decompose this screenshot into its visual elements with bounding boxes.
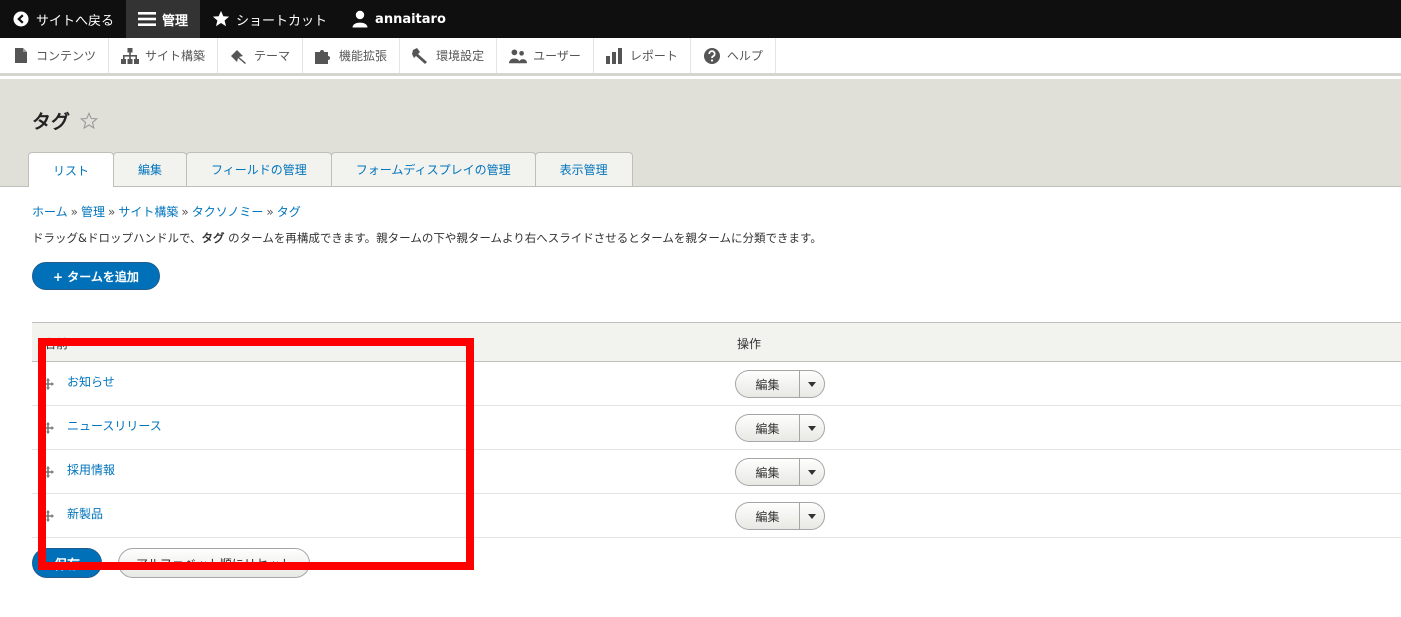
shortcut-star-icon[interactable] [80,111,99,130]
tray-item-label: ユーザー [533,49,581,63]
tray-item-people[interactable]: ユーザー [497,38,594,73]
dropdown-toggle[interactable] [799,370,825,398]
operations-dropbutton: 編集 [735,502,825,530]
tab-list[interactable]: リスト [28,152,115,187]
shortcuts-label: ショートカット [236,13,328,29]
star-icon [212,10,230,28]
page-title-text: タグ [32,111,71,133]
people-icon [509,47,528,65]
manage-label: 管理 [162,13,189,29]
operations-dropbutton: 編集 [735,414,825,442]
tray-item-configuration[interactable]: 環境設定 [400,38,498,73]
tray-item-label: テーマ [254,49,291,63]
breadcrumb-separator: » [70,205,78,219]
page-header: タグ リスト 編集 フィールドの管理 フォームディスプレイの管理 表示管理 [0,79,1401,187]
tab-manage-fields[interactable]: フィールドの管理 [186,152,332,186]
chevron-down-icon [808,425,816,431]
term-name-link[interactable]: お知らせ [67,373,115,390]
drag-handle-icon[interactable] [42,422,54,434]
hamburger-icon [138,10,157,28]
operations-dropbutton: 編集 [735,370,825,398]
tray-item-label: ヘルプ [726,49,763,63]
breadcrumb-separator: » [181,205,189,219]
tray-item-appearance[interactable]: テーマ [218,38,304,73]
breadcrumb-item-tags[interactable]: タグ [277,205,301,219]
term-name-link[interactable]: 新製品 [67,505,103,522]
column-header-operations: 操作 [737,337,762,351]
edit-button[interactable]: 編集 [735,502,799,530]
tray-item-label: レポート [629,49,678,63]
operations-dropbutton: 編集 [735,458,825,486]
wrench-icon [412,47,430,65]
breadcrumb-item-admin[interactable]: 管理 [81,205,105,219]
breadcrumb-item-taxonomy[interactable]: タクソノミー [192,205,264,219]
drag-handle-icon[interactable] [42,510,54,522]
tray-item-reports[interactable]: レポート [594,38,691,73]
help-text-prefix: ドラッグ&ドロップハンドルで、 [32,231,202,245]
dropdown-toggle[interactable] [799,502,825,530]
term-name-link[interactable]: ニュースリリース [67,417,162,434]
chevron-down-icon [808,513,816,519]
chevron-down-icon [808,469,816,475]
dropdown-toggle[interactable] [799,458,825,486]
save-button[interactable]: 保存 [32,548,102,578]
tray-item-label: 機能拡張 [339,49,388,63]
edit-button[interactable]: 編集 [735,414,799,442]
tray-item-help[interactable]: ヘルプ [691,38,776,73]
drag-handle-icon[interactable] [42,378,54,390]
user-menu-tab[interactable]: annaitaro [339,0,458,38]
chevron-left-circle-icon [12,10,30,28]
back-to-site-label: サイトへ戻る [36,13,115,29]
tab-edit[interactable]: 編集 [113,152,188,186]
tray-item-extend[interactable]: 機能拡張 [303,38,401,73]
shortcuts-tab[interactable]: ショートカット [200,0,339,38]
chevron-down-icon [808,381,816,387]
user-name: annaitaro [375,11,446,27]
help-icon [703,47,721,65]
breadcrumb: ホーム» 管理» サイト構築» タクソノミー» タグ [32,203,301,220]
help-text-vocab: タグ [201,231,225,245]
edit-button[interactable]: 編集 [735,458,799,486]
tab-manage-form-display[interactable]: フォームディスプレイの管理 [330,152,536,186]
tab-manage-display[interactable]: 表示管理 [534,152,633,186]
table-header: 名前 操作 [32,322,1401,362]
manage-menu-tab[interactable]: 管理 [126,0,201,38]
tray-item-label: 環境設定 [436,49,485,63]
edit-button[interactable]: 編集 [735,370,799,398]
table-row: ニュースリリース 編集 [32,406,1401,450]
tray-item-label: コンテンツ [36,49,97,63]
help-text-suffix: のタームを再構成できます。親タームの下や親タームより右へスライドさせるとタームを… [224,231,822,245]
add-term-button[interactable]: + タームを追加 [32,262,160,290]
column-header-name: 名前 [44,337,69,351]
table-row: お知らせ 編集 [32,362,1401,406]
page-title: タグ [32,107,99,134]
terms-table: 名前 操作 お知らせ 編集 ニュースリリース 編集 採用情報 編集 新製品 編集 [32,322,1401,538]
admin-toolbar: サイトへ戻る 管理 ショートカット annaitaro [0,0,1401,38]
help-text: ドラッグ&ドロップハンドルで、タグ のタームを再構成できます。親タームの下や親タ… [32,230,822,246]
puzzle-icon [315,47,333,65]
term-name-link[interactable]: 採用情報 [67,461,115,478]
primary-tabs: リスト 編集 フィールドの管理 フォームディスプレイの管理 表示管理 [28,152,633,187]
breadcrumb-item-structure[interactable]: サイト構築 [118,205,178,219]
table-row: 新製品 編集 [32,494,1401,538]
tray-item-structure[interactable]: サイト構築 [109,38,219,73]
reset-alphabetical-button[interactable]: アルファベット順にリセット [118,548,310,578]
breadcrumb-separator: » [266,205,274,219]
drag-handle-icon[interactable] [42,466,54,478]
breadcrumb-separator: » [108,205,116,219]
admin-menu-tray: コンテンツ サイト構築 テーマ 機能拡張 環境設定 ユーザー レポート ヘルプ [0,38,1401,76]
dropdown-toggle[interactable] [799,414,825,442]
back-to-site-link[interactable]: サイトへ戻る [0,0,126,38]
user-icon [351,10,369,28]
tray-item-label: サイト構築 [145,49,206,63]
tray-item-content[interactable]: コンテンツ [0,38,110,73]
bar-chart-icon [605,47,624,65]
file-icon [12,47,30,65]
table-row: 採用情報 編集 [32,450,1401,494]
sitemap-icon [121,47,140,65]
breadcrumb-item-home[interactable]: ホーム [32,205,68,219]
paintbrush-icon [230,47,248,65]
